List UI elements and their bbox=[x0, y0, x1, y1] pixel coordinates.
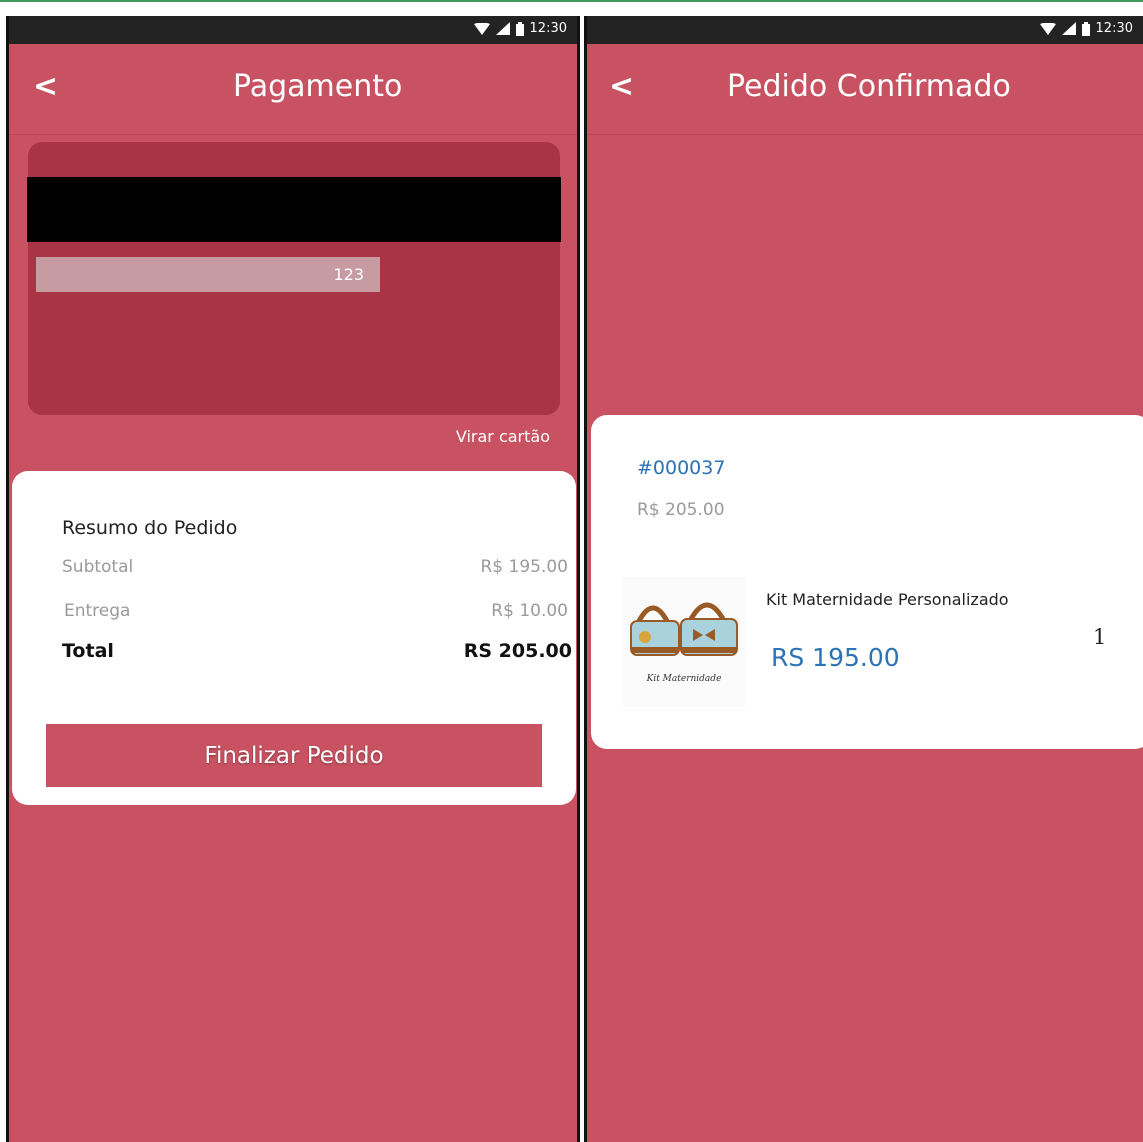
page-title: Pagamento bbox=[233, 69, 403, 104]
credit-card-back: 123 bbox=[27, 142, 561, 415]
order-confirmation-panel: #000037 R$ 205.00 Kit Maternidade Kit Ma… bbox=[591, 415, 1143, 749]
flip-card-link[interactable]: Virar cartão bbox=[456, 427, 550, 446]
back-button[interactable]: < bbox=[33, 69, 58, 104]
status-time: 12:30 bbox=[1095, 21, 1133, 36]
total-value: RS 205.00 bbox=[463, 640, 572, 662]
order-summary-panel: Resumo do Pedido Subtotal R$ 195.00 Entr… bbox=[12, 471, 576, 805]
signal-icon bbox=[1061, 22, 1076, 35]
status-icons: 12:30 bbox=[1039, 21, 1133, 36]
delivery-value: R$ 10.00 bbox=[491, 601, 568, 621]
app-bar: < Pagamento bbox=[9, 44, 577, 135]
order-number[interactable]: #000037 bbox=[637, 457, 725, 479]
wifi-icon bbox=[473, 22, 490, 35]
page-title: Pedido Confirmado bbox=[727, 69, 1011, 104]
status-time: 12:30 bbox=[529, 21, 567, 36]
product-quantity: 1 bbox=[1093, 625, 1107, 649]
finish-order-button[interactable]: Finalizar Pedido bbox=[46, 724, 542, 787]
summary-title: Resumo do Pedido bbox=[62, 517, 238, 539]
battery-icon bbox=[1081, 21, 1090, 36]
product-image: Kit Maternidade bbox=[623, 577, 745, 707]
product-price: RS 195.00 bbox=[771, 643, 900, 672]
order-confirmed-screen: 12:30 < Pedido Confirmado #000037 R$ 205… bbox=[584, 16, 1143, 1142]
payment-screen: 12:30 < Pagamento 123 Virar cartão Resum… bbox=[6, 16, 580, 1142]
cvv-field[interactable]: 123 bbox=[36, 257, 380, 292]
delivery-label: Entrega bbox=[64, 601, 131, 621]
top-rule bbox=[0, 0, 1143, 2]
signal-icon bbox=[495, 22, 510, 35]
status-bar: 12:30 bbox=[9, 16, 577, 44]
back-button[interactable]: < bbox=[609, 69, 634, 104]
subtotal-label: Subtotal bbox=[62, 557, 134, 577]
battery-icon bbox=[515, 21, 524, 36]
wifi-icon bbox=[1039, 22, 1056, 35]
subtotal-value: R$ 195.00 bbox=[480, 557, 568, 577]
status-bar: 12:30 bbox=[587, 16, 1143, 44]
app-bar: < Pedido Confirmado bbox=[587, 44, 1143, 135]
status-icons: 12:30 bbox=[473, 21, 567, 36]
product-image-caption: Kit Maternidade bbox=[646, 674, 722, 684]
product-name: Kit Maternidade Personalizado bbox=[766, 590, 1009, 609]
total-label: Total bbox=[62, 640, 114, 662]
order-total: R$ 205.00 bbox=[637, 500, 725, 520]
magnetic-stripe bbox=[27, 177, 561, 242]
